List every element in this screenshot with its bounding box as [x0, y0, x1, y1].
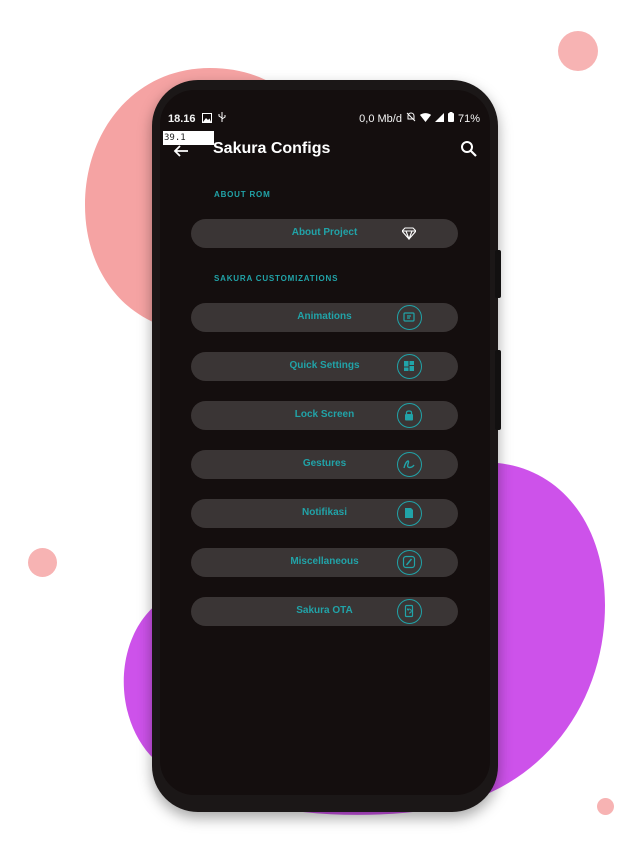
menu-item-sakura-ota[interactable]: Sakura OTA [191, 597, 458, 626]
pink-dot-bottom [597, 798, 614, 815]
mute-icon [406, 112, 416, 125]
usb-icon [218, 112, 226, 126]
phone-side-button [495, 250, 501, 298]
menu-item-miscellaneous[interactable]: Miscellaneous [191, 548, 458, 577]
menu-item-label: About Project [291, 227, 358, 238]
page-title: Sakura Configs [213, 140, 331, 157]
notification-icon [397, 501, 422, 526]
app-bar: Sakura Configs [160, 138, 490, 164]
animation-icon [397, 305, 422, 330]
wifi-icon [419, 112, 431, 125]
misc-icon [397, 550, 422, 575]
menu-item-animations[interactable]: Animations [191, 303, 458, 332]
gesture-icon [397, 452, 422, 477]
grid-icon [397, 354, 422, 379]
section-header-sakura-customizations: SAKURA CUSTOMIZATIONS [214, 274, 339, 283]
menu-item-lock-screen[interactable]: Lock Screen [191, 401, 458, 430]
update-icon [397, 599, 422, 624]
network-speed: 0,0 Mb/d [359, 112, 402, 125]
menu-item-quick-settings[interactable]: Quick Settings [191, 352, 458, 381]
diamond-icon [401, 226, 417, 241]
arrow-left-icon[interactable] [170, 140, 192, 162]
pink-dot-left [28, 548, 57, 577]
search-icon[interactable] [460, 140, 478, 158]
menu-item-about-project[interactable]: About Project [191, 219, 458, 248]
status-bar: 18.16 0,0 Mb/d 71% [160, 90, 490, 125]
phone-screen: 18.16 0,0 Mb/d 71% 39.1 Sakura Configs A… [160, 90, 490, 795]
status-time: 18.16 [168, 113, 196, 125]
battery-percent: 71% [457, 112, 480, 125]
signal-icon [434, 112, 444, 125]
menu-item-notifikasi[interactable]: Notifikasi [191, 499, 458, 528]
pink-dot-top [558, 31, 598, 71]
menu-item-gestures[interactable]: Gestures [191, 450, 458, 479]
section-header-about-rom: ABOUT ROM [214, 190, 271, 199]
battery-icon [447, 112, 454, 125]
image-icon [201, 112, 212, 126]
lock-icon [397, 403, 422, 428]
phone-side-button [495, 350, 501, 430]
